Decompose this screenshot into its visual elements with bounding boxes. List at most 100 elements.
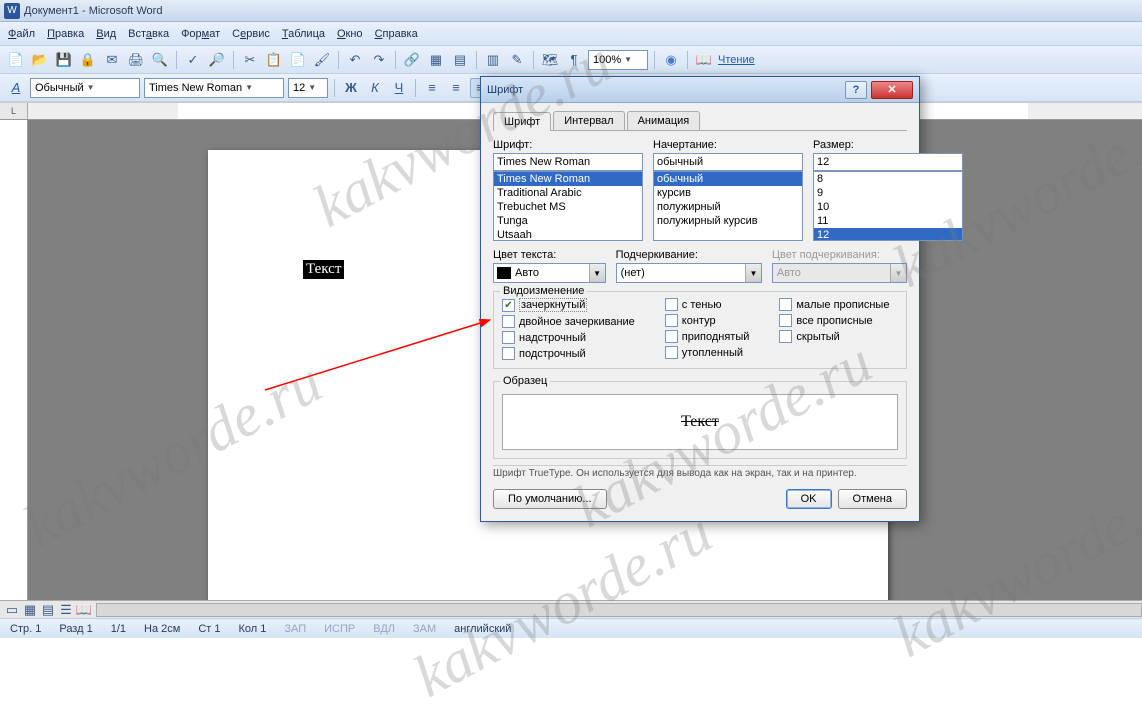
scroll-track[interactable]	[96, 603, 1142, 617]
list-item[interactable]: курсив	[654, 186, 802, 200]
menu-window[interactable]: Окно	[337, 28, 363, 40]
align-left-icon[interactable]: ≡	[422, 78, 442, 98]
permission-icon[interactable]: 🔒	[78, 50, 98, 70]
ok-button[interactable]: OK	[786, 489, 832, 509]
status-lang[interactable]: английский	[454, 623, 511, 635]
view-reading-icon[interactable]: 📖	[76, 603, 92, 617]
zoom-combo[interactable]: 100%▼	[588, 50, 648, 70]
cancel-button[interactable]: Отмена	[838, 489, 907, 509]
status-rec[interactable]: ЗАП	[284, 623, 306, 635]
hyperlink-icon[interactable]: 🔗	[402, 50, 422, 70]
menu-table[interactable]: Таблица	[282, 28, 325, 40]
format-painter-icon[interactable]: 🖌	[312, 50, 332, 70]
list-item[interactable]: полужирный курсив	[654, 214, 802, 228]
spell-icon[interactable]: ✓	[183, 50, 203, 70]
list-item[interactable]: Times New Roman	[494, 172, 642, 186]
color-combo[interactable]: Авто ▼	[493, 263, 606, 283]
paste-icon[interactable]: 📄	[288, 50, 308, 70]
font-input[interactable]	[493, 153, 643, 171]
checkbox-strike[interactable]: зачеркнутый	[502, 298, 635, 312]
undo-icon[interactable]: ↶	[345, 50, 365, 70]
drawing-icon[interactable]: ✎	[507, 50, 527, 70]
checkbox-super[interactable]: надстрочный	[502, 331, 635, 344]
save-icon[interactable]: 💾	[54, 50, 74, 70]
italic-button[interactable]: К	[365, 78, 385, 98]
menu-tools[interactable]: Сервис	[232, 28, 270, 40]
view-normal-icon[interactable]: ▭	[4, 603, 20, 617]
cut-icon[interactable]: ✂	[240, 50, 260, 70]
print-icon[interactable]: 🖨	[126, 50, 146, 70]
insert-table-icon[interactable]: ▤	[450, 50, 470, 70]
list-item[interactable]: 10	[814, 200, 962, 214]
help-icon[interactable]: ◉	[661, 50, 681, 70]
list-item[interactable]: Trebuchet MS	[494, 200, 642, 214]
open-icon[interactable]: 📂	[30, 50, 50, 70]
status-ovr[interactable]: ЗАМ	[413, 623, 436, 635]
tab-anim[interactable]: Анимация	[627, 111, 701, 130]
reading-label[interactable]: Чтение	[718, 54, 755, 66]
style-list[interactable]: обычный курсив полужирный полужирный кур…	[653, 171, 803, 241]
view-print-icon[interactable]: ▤	[40, 603, 56, 617]
font-list[interactable]: Times New Roman Traditional Arabic Trebu…	[493, 171, 643, 241]
size-input[interactable]	[813, 153, 963, 171]
selected-text[interactable]: Текст	[303, 260, 344, 279]
menu-view[interactable]: Вид	[96, 28, 116, 40]
doc-map-icon[interactable]: 🗺	[540, 50, 560, 70]
list-item[interactable]: Tunga	[494, 214, 642, 228]
list-item[interactable]: Utsaah	[494, 228, 642, 241]
list-item[interactable]: Traditional Arabic	[494, 186, 642, 200]
copy-icon[interactable]: 📋	[264, 50, 284, 70]
style-input[interactable]	[653, 153, 803, 171]
view-outline-icon[interactable]: ☰	[58, 603, 74, 617]
menu-file[interactable]: Файл	[8, 28, 35, 40]
checkbox-smallcaps[interactable]: малые прописные	[779, 298, 889, 311]
menu-edit[interactable]: Правка	[47, 28, 84, 40]
paragraph-icon[interactable]: ¶	[564, 50, 584, 70]
columns-icon[interactable]: ▥	[483, 50, 503, 70]
research-icon[interactable]: 🔎	[207, 50, 227, 70]
underline-combo[interactable]: (нет) ▼	[616, 263, 762, 283]
menu-help[interactable]: Справка	[375, 28, 418, 40]
checkbox-sub[interactable]: подстрочный	[502, 347, 635, 360]
tab-spacing[interactable]: Интервал	[553, 111, 624, 130]
list-item[interactable]: 11	[814, 214, 962, 228]
list-item[interactable]: полужирный	[654, 200, 802, 214]
reading-layout-icon[interactable]: 📖	[694, 50, 714, 70]
ruler-corner-icon[interactable]: L	[0, 103, 28, 119]
list-item[interactable]: 12	[814, 228, 962, 241]
status-trk[interactable]: ИСПР	[324, 623, 355, 635]
underline-button[interactable]: Ч	[389, 78, 409, 98]
checkbox-allcaps[interactable]: все прописные	[779, 314, 889, 327]
preview-icon[interactable]: 🔍	[150, 50, 170, 70]
redo-icon[interactable]: ↷	[369, 50, 389, 70]
styles-aa-icon[interactable]: A	[6, 78, 26, 98]
help-button[interactable]: ?	[845, 81, 867, 99]
bold-button[interactable]: Ж	[341, 78, 361, 98]
view-web-icon[interactable]: ▦	[22, 603, 38, 617]
font-combo[interactable]: Times New Roman▼	[144, 78, 284, 98]
dialog-titlebar[interactable]: Шрифт ? ✕	[481, 77, 919, 103]
size-list[interactable]: 8 9 10 11 12	[813, 171, 963, 241]
table-grid-icon[interactable]: ▦	[426, 50, 446, 70]
tab-font[interactable]: Шрифт	[493, 112, 551, 131]
size-combo[interactable]: 12▼	[288, 78, 328, 98]
status-ext[interactable]: ВДЛ	[373, 623, 395, 635]
checkbox-shadow[interactable]: с тенью	[665, 298, 750, 311]
new-icon[interactable]: 📄	[6, 50, 26, 70]
list-item[interactable]: обычный	[654, 172, 802, 186]
checkbox-hidden[interactable]: скрытый	[779, 330, 889, 343]
checkbox-emboss[interactable]: приподнятый	[665, 330, 750, 343]
checkbox-outline[interactable]: контур	[665, 314, 750, 327]
list-item[interactable]: 8	[814, 172, 962, 186]
close-button[interactable]: ✕	[871, 81, 913, 99]
checkbox-engrave[interactable]: утопленный	[665, 346, 750, 359]
menu-insert[interactable]: Вставка	[128, 28, 169, 40]
list-item[interactable]: 9	[814, 186, 962, 200]
mail-icon[interactable]: ✉	[102, 50, 122, 70]
scrollbar-horizontal[interactable]: ▭ ▦ ▤ ☰ 📖	[0, 600, 1142, 618]
ruler-vertical[interactable]	[0, 120, 28, 600]
style-combo[interactable]: Обычный▼	[30, 78, 140, 98]
menu-format[interactable]: Формат	[181, 28, 220, 40]
checkbox-dstrike[interactable]: двойное зачеркивание	[502, 315, 635, 328]
align-center-icon[interactable]: ≡	[446, 78, 466, 98]
